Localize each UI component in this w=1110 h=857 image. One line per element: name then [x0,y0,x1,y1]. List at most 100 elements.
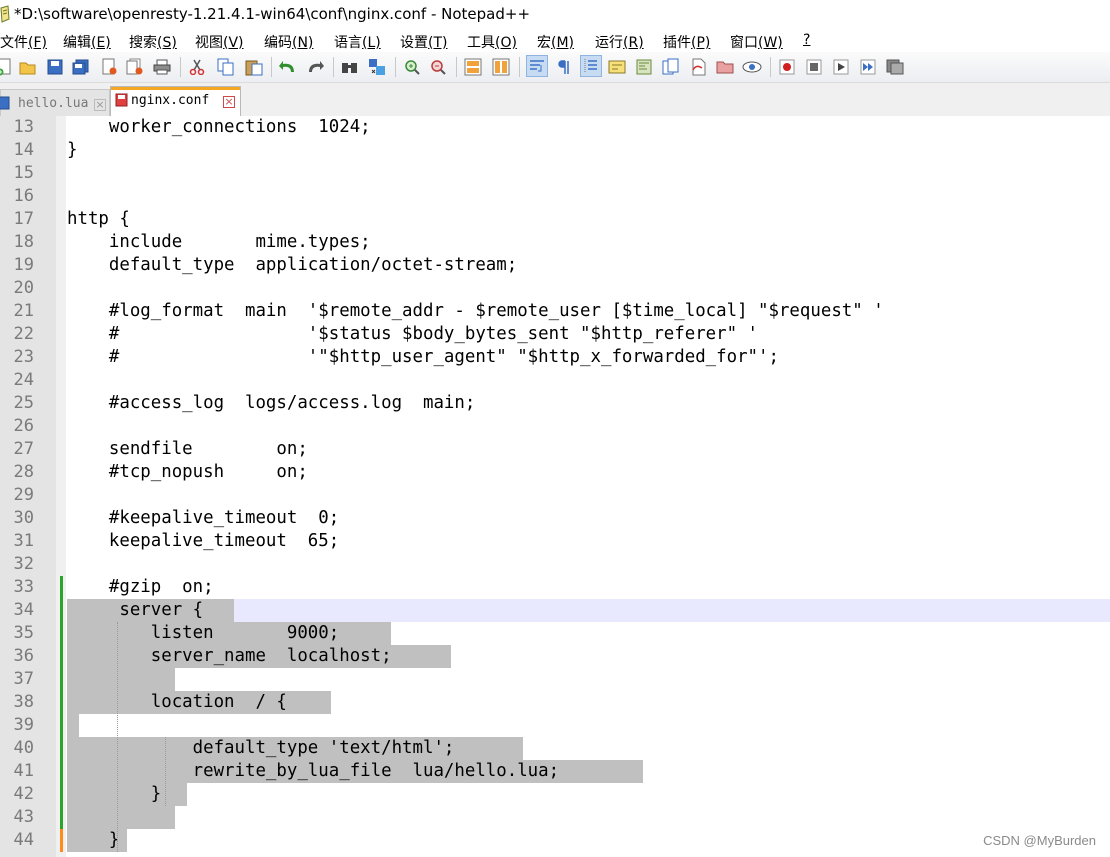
line-number: 21 [13,301,34,321]
zoom-out-icon[interactable] [428,56,448,78]
line-number: 27 [13,439,34,459]
menu-search[interactable]: 搜索(S) [129,32,177,52]
code-line: 17 http { [0,208,1110,231]
sync-vertical-icon[interactable] [463,56,483,78]
folder-workspace-icon[interactable] [688,56,708,78]
line-number: 17 [13,209,34,229]
tab-label: nginx.conf [131,93,210,108]
redo-icon[interactable] [305,56,325,78]
zoom-in-icon[interactable] [402,56,422,78]
change-marker-saved [60,576,63,829]
tab-nginx-conf[interactable]: nginx.conf × [110,86,241,117]
line-number: 39 [13,715,34,735]
menu-plugins[interactable]: 插件(P) [663,32,710,52]
print-icon[interactable] [152,56,172,78]
line-number: 41 [13,761,34,781]
code-line: 34 server { [0,599,1110,622]
line-number: 31 [13,531,34,551]
code-line: 21 #log_format main '$remote_addr - $rem… [0,300,1110,323]
tab-hello-lua[interactable]: hello.lua × [0,89,110,116]
sync-horizontal-icon[interactable] [491,56,511,78]
code-line: 35 listen 9000; [0,622,1110,645]
save-all-icon[interactable] [71,56,91,78]
save-macro-icon[interactable] [885,56,905,78]
code-line: 14} [0,139,1110,162]
monitor-icon[interactable] [742,56,762,78]
line-text: location / { [67,692,287,712]
close-icon[interactable] [99,56,119,78]
doc-map-icon[interactable] [634,56,654,78]
function-list-icon[interactable] [661,56,681,78]
line-number: 42 [13,784,34,804]
line-number: 38 [13,692,34,712]
copy-icon[interactable] [216,56,236,78]
stop-macro-icon[interactable] [804,56,824,78]
code-line: 38 location / { [0,691,1110,714]
line-number: 35 [13,623,34,643]
undo-icon[interactable] [278,56,298,78]
code-line: 23 # '"$http_user_agent" "$http_x_forwar… [0,346,1110,369]
replace-icon[interactable] [367,56,387,78]
menu-settings[interactable]: 设置(T) [400,32,447,52]
line-text: include mime.types; [67,232,371,252]
save-icon[interactable] [45,56,65,78]
line-number: 40 [13,738,34,758]
line-number: 18 [13,232,34,252]
indent-guide [165,737,166,806]
code-line: 44 } [0,829,1110,852]
file-icon [0,96,10,110]
code-line: 29 [0,484,1110,507]
line-number: 16 [13,186,34,206]
line-number: 26 [13,416,34,436]
menu-run[interactable]: 运行(R) [595,32,644,52]
menu-edit[interactable]: 编辑(E) [63,32,111,52]
menu-macro[interactable]: 宏(M) [537,32,574,52]
new-file-icon[interactable] [0,56,14,78]
editor[interactable]: 13 worker_connections 1024; 14} 15 16 17… [0,116,1110,857]
indent-guide-icon[interactable] [580,55,602,77]
paste-icon[interactable] [244,56,264,78]
toolbar-separator [456,57,457,77]
record-macro-icon[interactable] [777,56,797,78]
line-number: 22 [13,324,34,344]
menu-view[interactable]: 视图(V) [195,32,244,52]
line-text: server_name localhost; [67,646,392,666]
line-text: } [67,140,78,160]
toolbar-separator [770,57,771,77]
run-macro-multiple-icon[interactable] [858,56,878,78]
code-line: 13 worker_connections 1024; [0,116,1110,139]
menu-file[interactable]: 文件(F) [0,32,47,52]
code-line: 16 [0,185,1110,208]
line-text: http { [67,209,130,229]
open-file-icon[interactable] [18,56,38,78]
line-text: rewrite_by_lua_file lua/hello.lua; [67,761,560,781]
code-line: 42 } [0,783,1110,806]
menu-language[interactable]: 语言(L) [334,32,381,52]
close-all-icon[interactable] [125,56,145,78]
line-text: default_type application/octet-stream; [67,255,518,275]
show-all-chars-icon[interactable] [553,56,573,78]
line-text: keepalive_timeout 65; [67,531,340,551]
line-number: 29 [13,485,34,505]
word-wrap-icon[interactable] [526,55,548,77]
window-title: *D:\software\openresty-1.21.4.1-win64\co… [14,5,531,23]
line-number: 24 [13,370,34,390]
code-line: 32 [0,553,1110,576]
line-number: 19 [13,255,34,275]
menu-window[interactable]: 窗口(W) [730,32,783,52]
toolbar-separator [519,57,520,77]
user-lang-icon[interactable] [607,56,627,78]
find-icon[interactable] [340,56,360,78]
line-number: 44 [13,830,34,850]
menu-help[interactable]: ? [803,32,810,48]
cut-icon[interactable] [187,56,207,78]
close-icon[interactable]: × [223,96,235,108]
play-macro-icon[interactable] [831,56,851,78]
selection-highlight [67,806,175,829]
line-text: #gzip on; [67,577,214,597]
open-folder-icon[interactable] [715,56,735,78]
toolbar-separator [333,57,334,77]
menu-encoding[interactable]: 编码(N) [264,32,313,52]
menu-tools[interactable]: 工具(O) [467,32,517,52]
close-icon[interactable]: × [94,99,106,111]
